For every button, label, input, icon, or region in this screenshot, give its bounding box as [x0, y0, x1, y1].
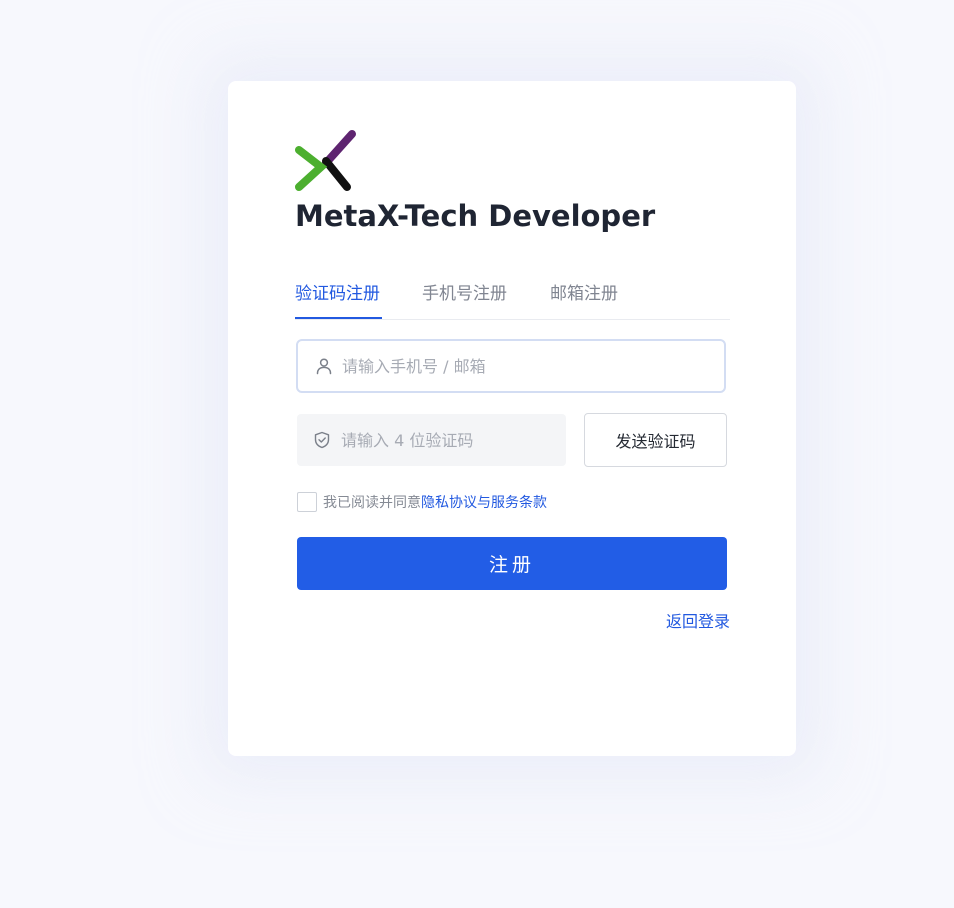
user-icon	[316, 358, 332, 375]
tab-code-register[interactable]: 验证码注册	[295, 279, 380, 304]
agreement-text: 我已阅读并同意隐私协议与服务条款	[323, 492, 547, 512]
register-tabs: 验证码注册 手机号注册 邮箱注册	[295, 271, 730, 320]
code-field[interactable]	[297, 414, 566, 466]
metax-x-logo-icon	[295, 130, 356, 191]
agreement-checkbox[interactable]	[297, 492, 317, 512]
register-card: MetaX-Tech Developer 验证码注册 手机号注册 邮箱注册 发送…	[228, 81, 796, 756]
agreement-prefix: 我已阅读并同意	[323, 495, 421, 511]
register-button[interactable]: 注册	[297, 537, 727, 590]
tab-email-register[interactable]: 邮箱注册	[550, 279, 618, 304]
code-input[interactable]	[341, 414, 550, 466]
account-field[interactable]	[296, 339, 726, 393]
tab-phone-register[interactable]: 手机号注册	[422, 279, 507, 304]
send-code-button[interactable]: 发送验证码	[584, 413, 727, 467]
shield-check-icon	[314, 431, 330, 449]
privacy-terms-link[interactable]: 隐私协议与服务条款	[421, 495, 547, 511]
account-input[interactable]	[342, 341, 708, 391]
brand-title: MetaX-Tech Developer	[295, 199, 656, 233]
back-to-login-link[interactable]: 返回登录	[666, 608, 730, 632]
active-tab-indicator	[295, 317, 382, 319]
